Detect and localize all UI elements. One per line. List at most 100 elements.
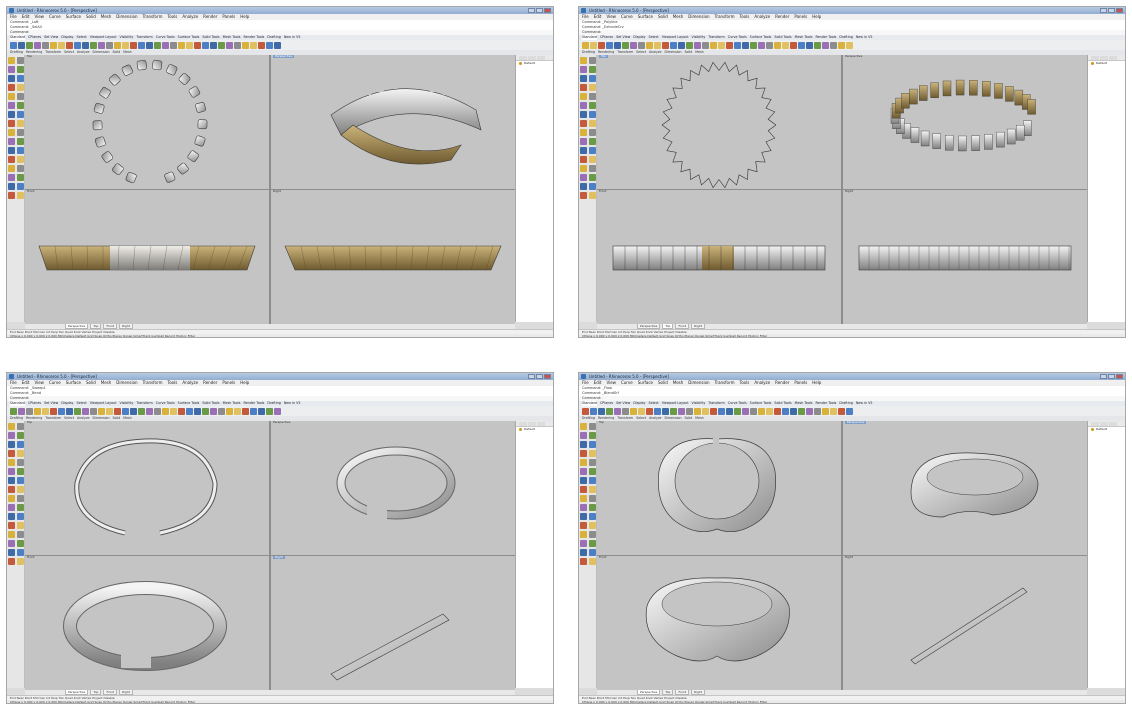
layer-row[interactable]: Default xyxy=(516,61,553,66)
toolbar-tool-icon[interactable] xyxy=(26,41,33,49)
side-tool-icon[interactable] xyxy=(8,468,15,475)
side-tool-icon[interactable] xyxy=(8,156,15,163)
toolbar-tool-icon[interactable] xyxy=(194,407,201,415)
layer-bulb-icon[interactable] xyxy=(1091,428,1094,431)
side-tool-icon[interactable] xyxy=(17,138,24,145)
side-tool-icon[interactable] xyxy=(589,531,596,538)
toolbar-tool-icon[interactable] xyxy=(202,407,209,415)
side-tool-icon[interactable] xyxy=(17,459,24,466)
toolbar-tool-icon[interactable] xyxy=(218,41,225,49)
side-tool-icon[interactable] xyxy=(580,531,587,538)
side-tool-icon[interactable] xyxy=(17,183,24,190)
viewport-right[interactable]: Right xyxy=(843,190,1087,324)
toolbar-tool-icon[interactable] xyxy=(614,41,621,49)
side-tool-icon[interactable] xyxy=(8,138,15,145)
viewport-top[interactable]: Top xyxy=(25,421,269,555)
layer-bulb-icon[interactable] xyxy=(519,428,522,431)
toolbar-tool-icon[interactable] xyxy=(670,407,677,415)
toolbar-tool-icon[interactable] xyxy=(710,407,717,415)
toolbar-tool-icon[interactable] xyxy=(654,407,661,415)
side-tool-icon[interactable] xyxy=(580,477,587,484)
side-tool-icon[interactable] xyxy=(589,156,596,163)
toolbar-tool-icon[interactable] xyxy=(10,407,17,415)
side-tool-icon[interactable] xyxy=(589,129,596,136)
toolbar-tool-icon[interactable] xyxy=(154,407,161,415)
toolbar-tool-icon[interactable] xyxy=(702,41,709,49)
toolbar-tool-icon[interactable] xyxy=(702,407,709,415)
side-tool-icon[interactable] xyxy=(589,504,596,511)
viewport-front[interactable]: Front xyxy=(597,190,841,324)
toolbar-tool-icon[interactable] xyxy=(606,41,613,49)
side-tool-icon[interactable] xyxy=(8,129,15,136)
toolbar-tool-icon[interactable] xyxy=(250,407,257,415)
side-tool-icon[interactable] xyxy=(17,540,24,547)
toolbar-tool-icon[interactable] xyxy=(34,41,41,49)
toolbar-tool-icon[interactable] xyxy=(678,41,685,49)
toolbar-tool-icon[interactable] xyxy=(798,407,805,415)
toolbar-tool-icon[interactable] xyxy=(162,407,169,415)
toolbar-tool-icon[interactable] xyxy=(734,41,741,49)
toolbar-tool-icon[interactable] xyxy=(630,407,637,415)
toolbar-tool-icon[interactable] xyxy=(806,41,813,49)
viewport-right[interactable]: Right xyxy=(843,556,1087,690)
close-button[interactable] xyxy=(1116,374,1123,379)
side-tool-icon[interactable] xyxy=(580,111,587,118)
toolbar-tool-icon[interactable] xyxy=(82,41,89,49)
side-tool-icon[interactable] xyxy=(17,129,24,136)
side-tool-icon[interactable] xyxy=(580,183,587,190)
toolbar-tool-icon[interactable] xyxy=(790,407,797,415)
side-tool-icon[interactable] xyxy=(589,459,596,466)
toolbar-tool-icon[interactable] xyxy=(98,41,105,49)
toolbar-tool-icon[interactable] xyxy=(750,41,757,49)
side-tool-icon[interactable] xyxy=(589,93,596,100)
toolbar-tool-icon[interactable] xyxy=(630,41,637,49)
toolbar-tool-icon[interactable] xyxy=(170,407,177,415)
side-tool-icon[interactable] xyxy=(17,84,24,91)
side-tool-icon[interactable] xyxy=(580,441,587,448)
side-tool-icon[interactable] xyxy=(17,111,24,118)
side-tool-icon[interactable] xyxy=(589,120,596,127)
toolbar-tool-icon[interactable] xyxy=(622,407,629,415)
side-tool-icon[interactable] xyxy=(17,165,24,172)
viewport-right[interactable]: Right xyxy=(271,556,515,690)
side-tool-icon[interactable] xyxy=(17,522,24,529)
toolbar-tool-icon[interactable] xyxy=(146,41,153,49)
side-tool-icon[interactable] xyxy=(580,459,587,466)
side-tool-icon[interactable] xyxy=(580,93,587,100)
side-tool-icon[interactable] xyxy=(17,147,24,154)
side-tool-icon[interactable] xyxy=(589,111,596,118)
toolbar-tool-icon[interactable] xyxy=(742,407,749,415)
toolbar-tool-icon[interactable] xyxy=(26,407,33,415)
side-tool-icon[interactable] xyxy=(589,192,596,199)
side-tool-icon[interactable] xyxy=(589,432,596,439)
close-button[interactable] xyxy=(544,374,551,379)
side-tool-icon[interactable] xyxy=(8,486,15,493)
toolbar-tool-icon[interactable] xyxy=(782,41,789,49)
side-tool-icon[interactable] xyxy=(589,513,596,520)
side-tool-icon[interactable] xyxy=(8,174,15,181)
toolbar-tool-icon[interactable] xyxy=(234,407,241,415)
side-tool-icon[interactable] xyxy=(580,558,587,565)
toolbar-tool-icon[interactable] xyxy=(50,407,57,415)
viewport-top[interactable]: Top xyxy=(597,421,841,555)
toolbar-tool-icon[interactable] xyxy=(90,407,97,415)
toolbar-tool-icon[interactable] xyxy=(130,41,137,49)
panel-tab[interactable] xyxy=(1100,56,1108,60)
toolbar-tool-icon[interactable] xyxy=(18,41,25,49)
side-tool-icon[interactable] xyxy=(580,513,587,520)
toolbar-tool-icon[interactable] xyxy=(622,41,629,49)
side-tool-icon[interactable] xyxy=(580,120,587,127)
side-tool-icon[interactable] xyxy=(589,486,596,493)
toolbar-tool-icon[interactable] xyxy=(58,407,65,415)
panel-tab[interactable] xyxy=(519,56,527,60)
side-tool-icon[interactable] xyxy=(580,504,587,511)
toolbar-tool-icon[interactable] xyxy=(130,407,137,415)
toolbar-tool-icon[interactable] xyxy=(170,41,177,49)
toolbar-tool-icon[interactable] xyxy=(686,41,693,49)
side-tool-icon[interactable] xyxy=(17,504,24,511)
side-tool-icon[interactable] xyxy=(8,57,15,64)
side-tool-icon[interactable] xyxy=(589,468,596,475)
side-tool-icon[interactable] xyxy=(8,111,15,118)
toolbar-tool-icon[interactable] xyxy=(662,407,669,415)
side-tool-icon[interactable] xyxy=(580,468,587,475)
